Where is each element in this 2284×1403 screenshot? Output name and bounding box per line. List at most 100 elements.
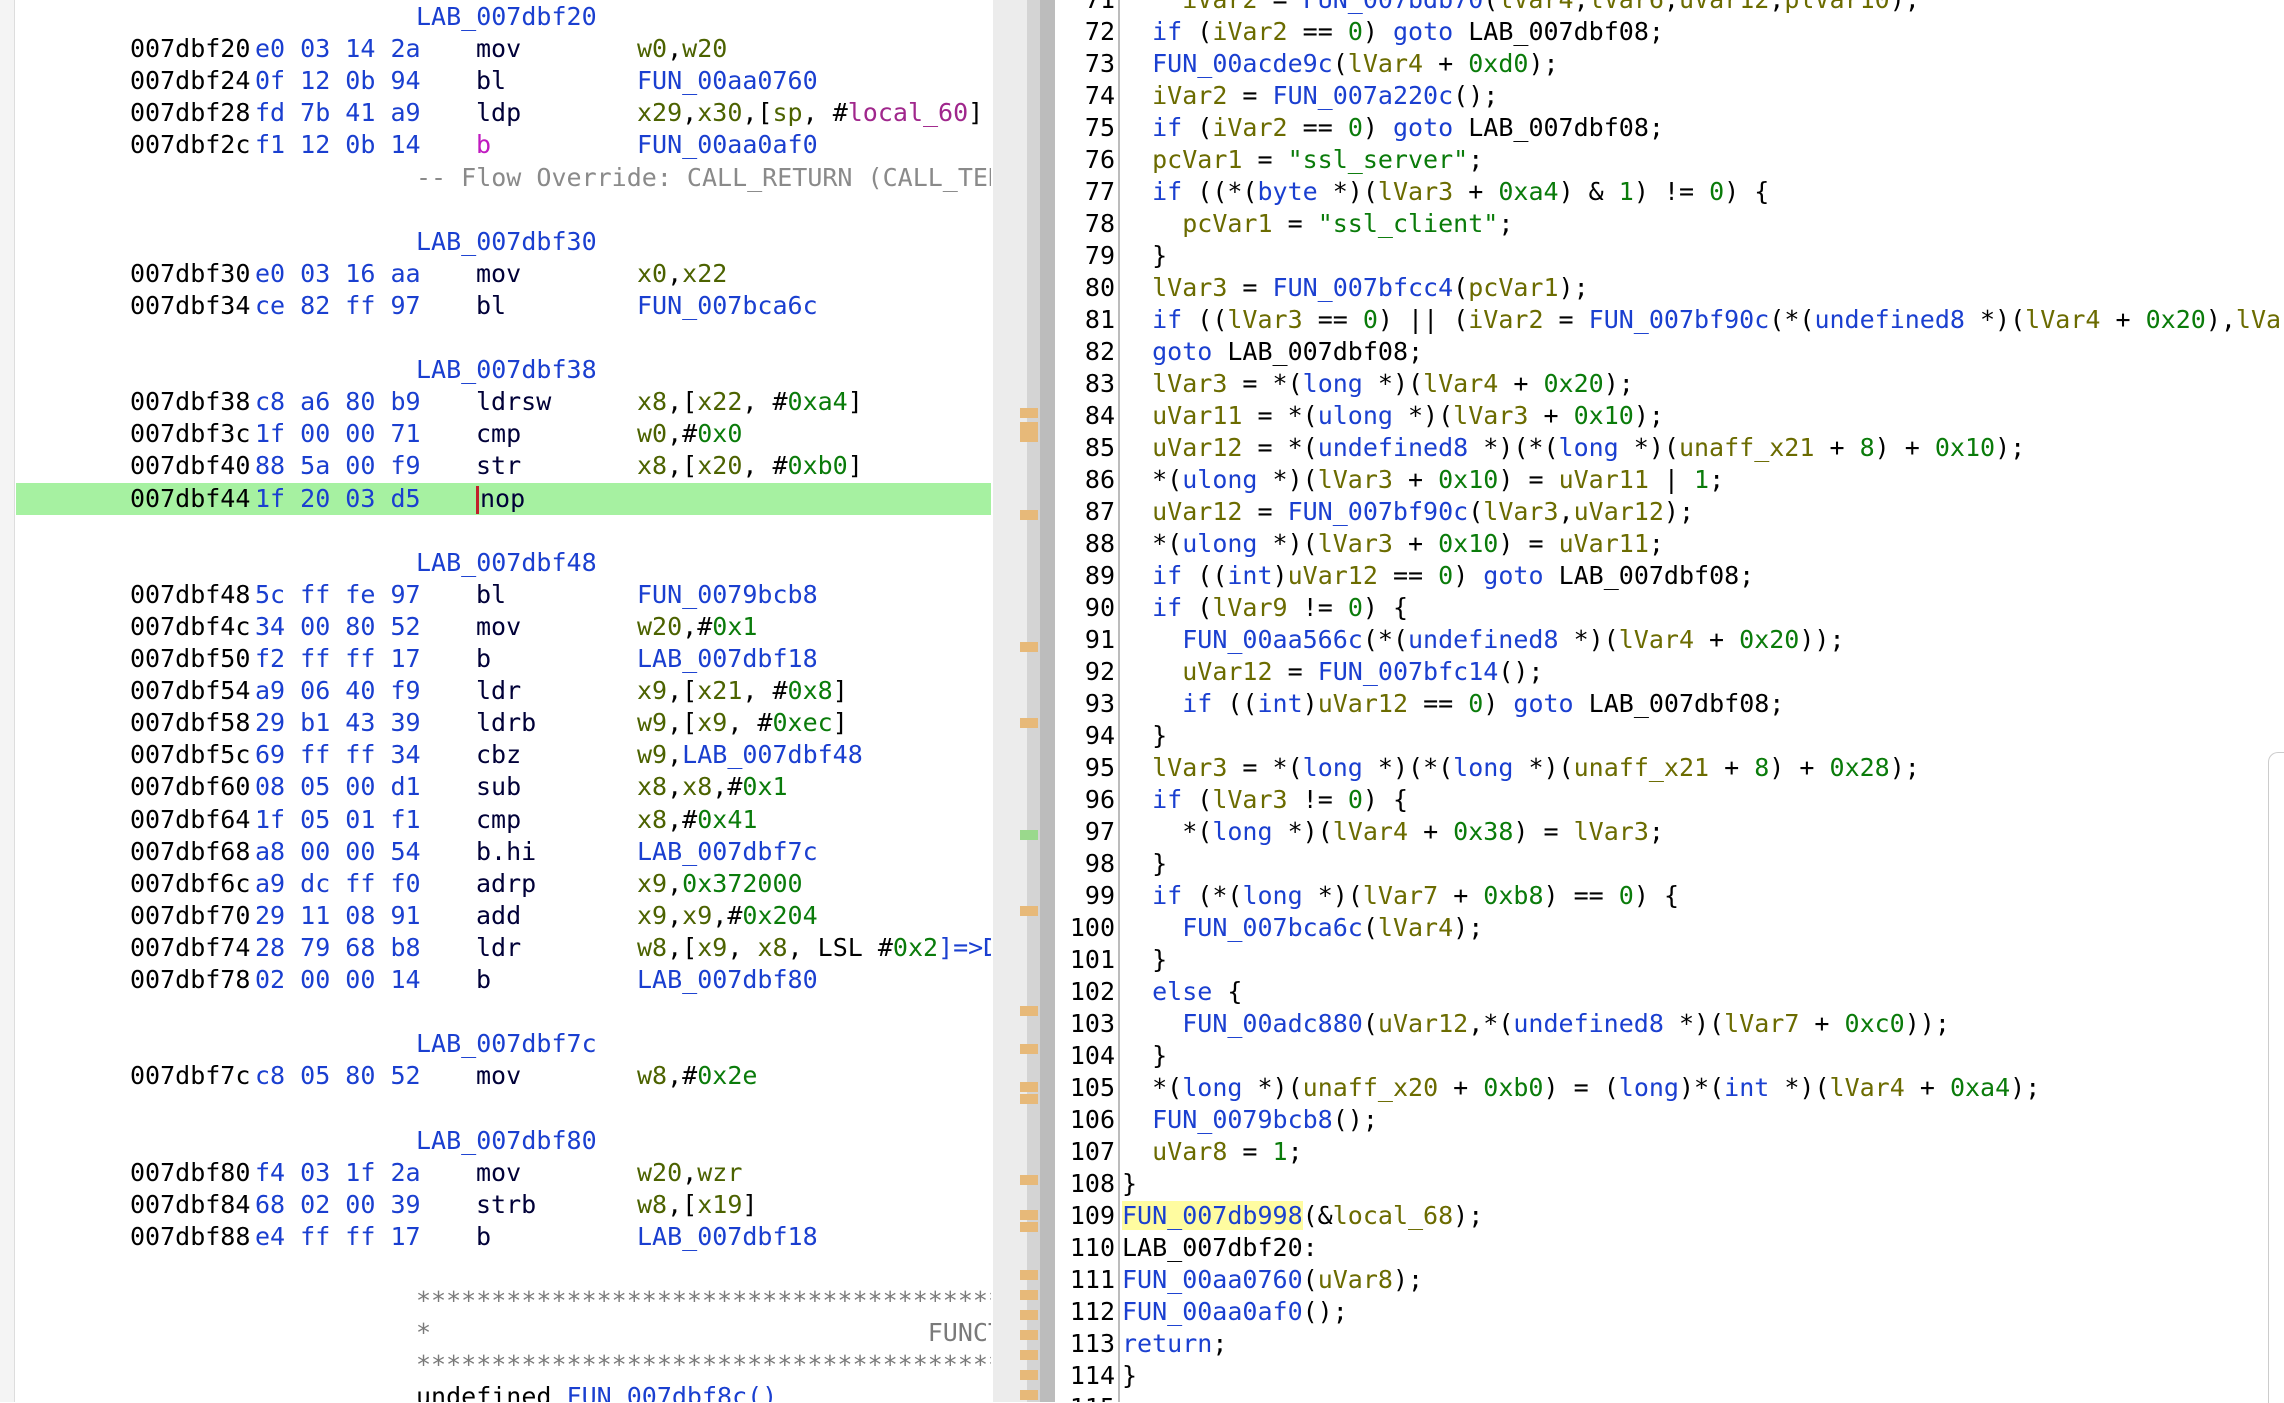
overview-marker[interactable] <box>1020 1270 1038 1280</box>
instruction-row[interactable]: 007dbf54 a9 06 40 f9 ldr x9,[x21, #0x8] <box>16 675 991 707</box>
instruction-row[interactable]: 007dbf48 5c ff fe 97 bl FUN_0079bcb8 <box>16 579 991 611</box>
overview-marker[interactable] <box>1020 1290 1038 1300</box>
decompiler-line[interactable]: 113 return; <box>1058 1328 2284 1360</box>
overview-marker[interactable] <box>1020 1330 1038 1340</box>
function-reference[interactable]: FUN_00acde9c <box>1152 49 1333 78</box>
decompiler-line[interactable]: 87 uVar12 = FUN_007bf90c(lVar3,uVar12); <box>1058 496 2284 528</box>
decompiler-line[interactable]: 97 *(long *)(lVar4 + 0x38) = lVar3; <box>1058 816 2284 848</box>
decompiler-line[interactable]: 111 FUN_00aa0760(uVar8); <box>1058 1264 2284 1296</box>
overview-marker[interactable] <box>1020 1390 1038 1400</box>
code-label[interactable]: LAB_007dbf48 <box>416 547 597 579</box>
function-reference[interactable]: FUN_00aa566c <box>1182 625 1363 654</box>
decompiler-panel[interactable]: 71 iVar2 = FUN_007bdb70(lVar4,lVar6,uVar… <box>1058 0 2284 1402</box>
instruction-row[interactable]: 007dbf28 fd 7b 41 a9 ldp x29,x30,[sp, #loca… <box>16 97 991 129</box>
function-reference[interactable]: FUN_00aa0760 <box>1122 1265 1303 1294</box>
code-label[interactable]: LAB_007dbf38 <box>416 354 597 386</box>
reference-operand[interactable]: LAB_007dbf18 <box>637 644 818 673</box>
decompiler-line[interactable]: 110 LAB_007dbf20: <box>1058 1232 2284 1264</box>
decompiler-line[interactable]: 73 FUN_00acde9c(lVar4 + 0xd0); <box>1058 48 2284 80</box>
reference-operand[interactable]: FUN_007bca6c <box>637 291 818 320</box>
decompiler-line[interactable]: 104 } <box>1058 1040 2284 1072</box>
instruction-row[interactable]: 007dbf58 29 b1 43 39 ldrb w9,[x9, #0xec] <box>16 707 991 739</box>
instruction-row[interactable]: 007dbf3c 1f 00 00 71 cmp w0,#0x0 <box>16 418 991 450</box>
overview-marker[interactable] <box>1020 1370 1038 1380</box>
decompiler-line[interactable]: 100 FUN_007bca6c(lVar4); <box>1058 912 2284 944</box>
decompiler-line[interactable]: 108} <box>1058 1168 2284 1200</box>
overview-marker[interactable] <box>1020 1082 1038 1092</box>
overview-marker[interactable] <box>1020 906 1038 916</box>
overview-marker[interactable] <box>1020 718 1038 728</box>
decompiler-line[interactable]: 90 if (lVar9 != 0) { <box>1058 592 2284 624</box>
instruction-row[interactable]: 007dbf40 88 5a 00 f9 str x8,[x20, #0xb0] <box>16 450 991 482</box>
decompiler-line[interactable]: 93 if ((int)uVar12 == 0) goto LAB_007dbf… <box>1058 688 2284 720</box>
function-reference[interactable]: FUN_007bfc14 <box>1318 657 1499 686</box>
decompiler-line[interactable]: 101 } <box>1058 944 2284 976</box>
decompiler-line[interactable]: 82 goto LAB_007dbf08; <box>1058 336 2284 368</box>
function-name-link[interactable]: FUN_007dbf8c() <box>567 1382 778 1402</box>
instruction-row[interactable]: 007dbf44 1f 20 03 d5 nop <box>16 482 991 515</box>
decompiler-line[interactable]: 74 iVar2 = FUN_007a220c(); <box>1058 80 2284 112</box>
decompiler-line[interactable]: 103 FUN_00adc880(uVar12,*(undefined8 *)(… <box>1058 1008 2284 1040</box>
instruction-row[interactable]: 007dbf20 e0 03 14 2a mov w0,w20 <box>16 33 991 65</box>
listing-scrollbar[interactable] <box>1040 0 1055 1402</box>
decompiler-line[interactable]: 112 FUN_00aa0af0(); <box>1058 1296 2284 1328</box>
function-reference[interactable]: FUN_00aa0af0 <box>1122 1297 1303 1326</box>
reference-operand[interactable]: FUN_00aa0760 <box>637 66 818 95</box>
decompiler-line[interactable]: 79 } <box>1058 240 2284 272</box>
decompiler-line[interactable]: 77 if ((*(byte *)(lVar3 + 0xa4) & 1) != … <box>1058 176 2284 208</box>
decompiler-line[interactable]: 86 *(ulong *)(lVar3 + 0x10) = uVar11 | 1… <box>1058 464 2284 496</box>
decompiler-line[interactable]: 102 else { <box>1058 976 2284 1008</box>
decompiler-line[interactable]: 83 lVar3 = *(long *)(lVar4 + 0x20); <box>1058 368 2284 400</box>
instruction-row[interactable]: 007dbf24 0f 12 0b 94 bl FUN_00aa0760 <box>16 65 991 97</box>
function-reference[interactable]: FUN_007db998 <box>1122 1201 1303 1230</box>
overview-marker[interactable] <box>1020 408 1038 418</box>
instruction-row[interactable]: 007dbf84 68 02 00 39 strb w8,[x19] <box>16 1189 991 1221</box>
instruction-row[interactable]: 007dbf80 f4 03 1f 2a mov w20,wzr <box>16 1157 991 1189</box>
decompiler-line[interactable]: 71 iVar2 = FUN_007bdb70(lVar4,lVar6,uVar… <box>1058 0 2284 16</box>
decompiler-line[interactable]: 84 uVar11 = *(ulong *)(lVar3 + 0x10); <box>1058 400 2284 432</box>
decompiler-line[interactable]: 75 if (iVar2 == 0) goto LAB_007dbf08; <box>1058 112 2284 144</box>
reference-operand[interactable]: LAB_007dbf7c <box>637 837 818 866</box>
overview-marker[interactable] <box>1020 422 1038 432</box>
overview-marker[interactable] <box>1020 432 1038 442</box>
instruction-row[interactable]: 007dbf6c a9 dc ff f0 adrp x9,0x372000 <box>16 868 991 900</box>
decompiler-line[interactable]: 115 <box>1058 1392 2284 1402</box>
decompiler-line[interactable]: 109 FUN_007db998(&local_68); <box>1058 1200 2284 1232</box>
decompiler-line[interactable]: 89 if ((int)uVar12 == 0) goto LAB_007dbf… <box>1058 560 2284 592</box>
decompiler-line[interactable]: 106 FUN_0079bcb8(); <box>1058 1104 2284 1136</box>
overview-marker[interactable] <box>1020 1044 1038 1054</box>
instruction-row[interactable]: 007dbf88 e4 ff ff 17 b LAB_007dbf18 <box>16 1221 991 1253</box>
decompiler-line[interactable]: 105 *(long *)(unaff_x20 + 0xb0) = (long)… <box>1058 1072 2284 1104</box>
decompiler-line[interactable]: 98 } <box>1058 848 2284 880</box>
overview-marker[interactable] <box>1020 642 1038 652</box>
decompiler-line[interactable]: 96 if (lVar3 != 0) { <box>1058 784 2284 816</box>
instruction-row[interactable]: 007dbf50 f2 ff ff 17 b LAB_007dbf18 <box>16 643 991 675</box>
instruction-row[interactable]: 007dbf70 29 11 08 91 add x9,x9,#0x204 <box>16 900 991 932</box>
code-label[interactable]: LAB_007dbf80 <box>416 1125 597 1157</box>
overview-marker[interactable] <box>1020 1175 1038 1185</box>
overview-marker[interactable] <box>1020 1094 1038 1104</box>
instruction-row[interactable]: 007dbf60 08 05 00 d1 sub x8,x8,#0x1 <box>16 771 991 803</box>
decompiler-line[interactable]: 107 uVar8 = 1; <box>1058 1136 2284 1168</box>
code-label[interactable]: LAB_007dbf7c <box>416 1028 597 1060</box>
function-reference[interactable]: FUN_007bfcc4 <box>1273 273 1454 302</box>
function-reference[interactable]: FUN_007a220c <box>1273 81 1454 110</box>
decompiler-line[interactable]: 78 pcVar1 = "ssl_client"; <box>1058 208 2284 240</box>
reference-operand[interactable]: LAB_007dbf48 <box>682 740 863 769</box>
instruction-row[interactable]: 007dbf7c c8 05 80 52 mov w8,#0x2e <box>16 1060 991 1092</box>
decompiler-line[interactable]: 99 if (*(long *)(lVar7 + 0xb8) == 0) { <box>1058 880 2284 912</box>
overview-marker[interactable] <box>1020 1006 1038 1016</box>
decompiler-line[interactable]: 81 if ((lVar3 == 0) || (iVar2 = FUN_007b… <box>1058 304 2284 336</box>
current-position-marker[interactable] <box>1020 830 1038 840</box>
decompiler-line[interactable]: 76 pcVar1 = "ssl_server"; <box>1058 144 2284 176</box>
reference-operand[interactable]: ]=>DAT <box>938 933 991 962</box>
instruction-row[interactable]: 007dbf38 c8 a6 80 b9 ldrsw x8,[x22, #0xa4] <box>16 386 991 418</box>
decompiler-line[interactable]: 94 } <box>1058 720 2284 752</box>
decompiler-line[interactable]: 80 lVar3 = FUN_007bfcc4(pcVar1); <box>1058 272 2284 304</box>
instruction-row[interactable]: 007dbf78 02 00 00 14 b LAB_007dbf80 <box>16 964 991 996</box>
overview-marker[interactable] <box>1020 1310 1038 1320</box>
instruction-row[interactable]: 007dbf64 1f 05 01 f1 cmp x8,#0x41 <box>16 804 991 836</box>
function-reference[interactable]: FUN_007bca6c <box>1182 913 1363 942</box>
code-label[interactable]: LAB_007dbf20 <box>416 1 597 33</box>
instruction-row[interactable]: 007dbf34 ce 82 ff 97 bl FUN_007bca6c <box>16 290 991 322</box>
